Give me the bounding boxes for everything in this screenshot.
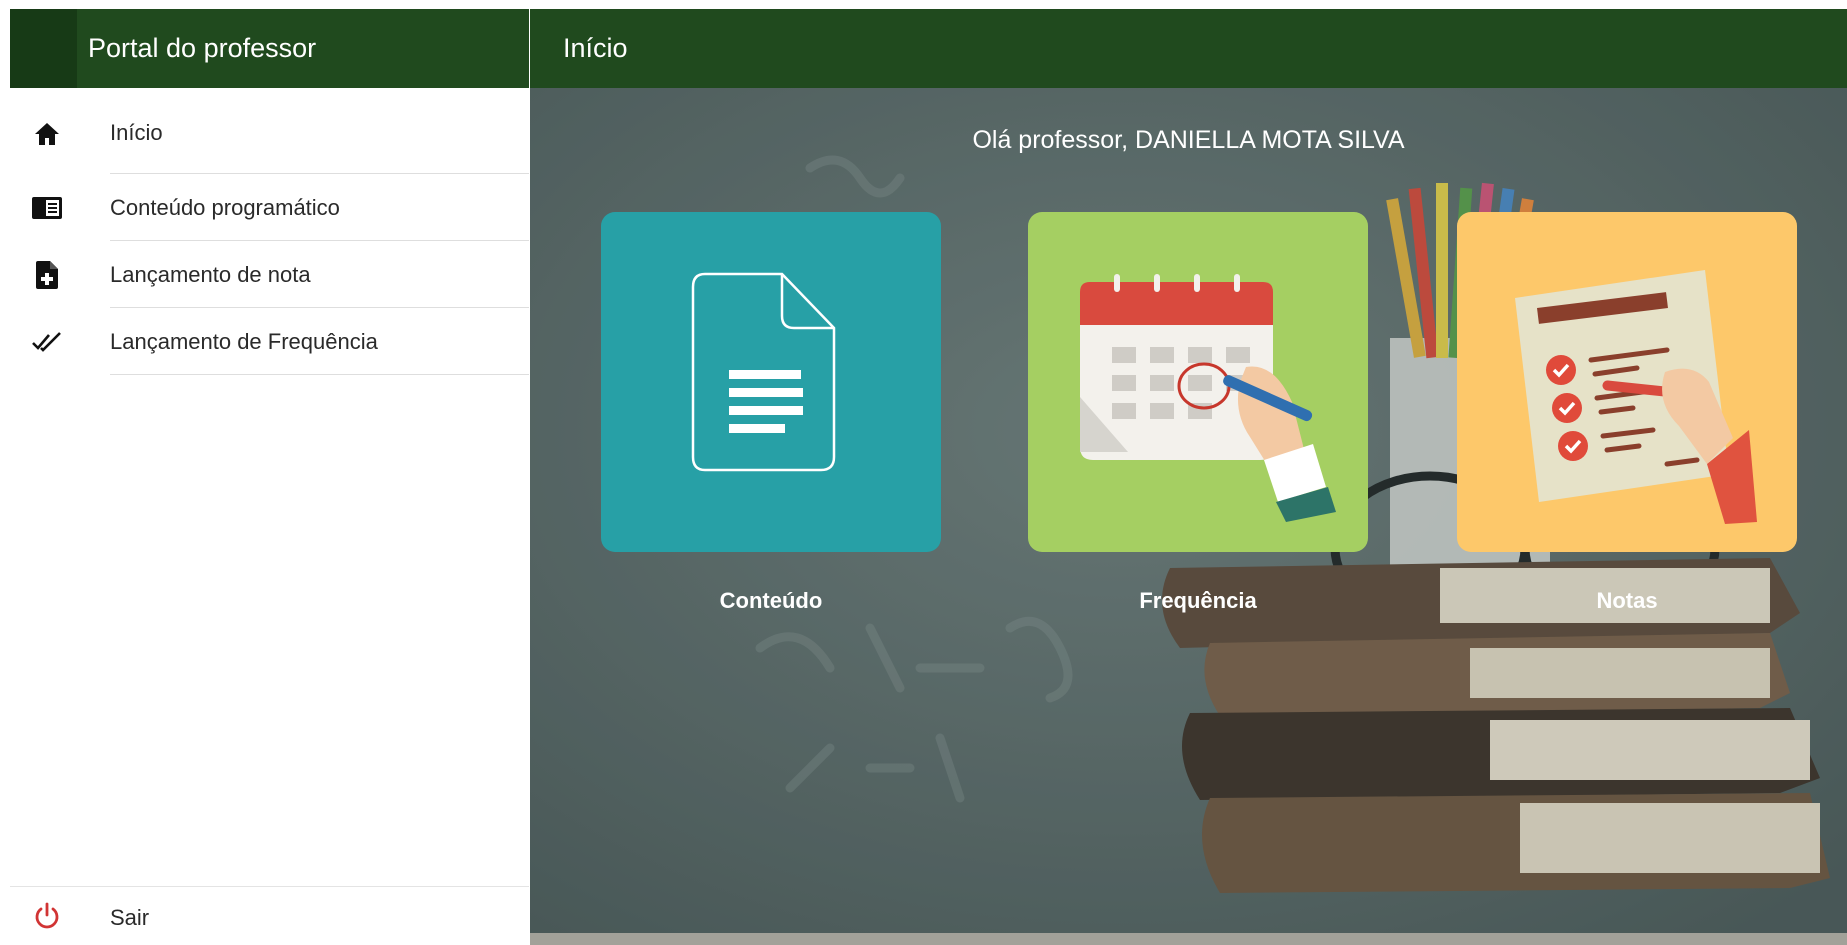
sidebar-item-conteudo-programatico[interactable]: Conteúdo programático [10,174,529,241]
card-label-conteudo[interactable]: Conteúdo [601,588,941,614]
top-app-bar: Início [530,9,1847,88]
book-icon [32,193,62,223]
sidebar-item-label: Lançamento de Frequência [110,328,378,354]
sidebar-menu: Início Conteúdo programático Lançamento … [10,88,529,375]
welcome-message: Olá professor, DANIELLA MOTA SILVA [972,126,1405,154]
sidebar-item-label: Início [110,120,163,145]
divider [110,374,529,375]
main-area: Início Olá professor, DANIELLA MOTA SILV… [530,9,1847,945]
sidebar-item-label: Lançamento de nota [110,261,311,287]
calendar-icon [1080,274,1336,522]
sidebar: Portal do professor Início Conteúdo prog… [10,9,529,945]
card-frequencia[interactable] [1028,212,1368,552]
sidebar-item-lancamento-frequencia[interactable]: Lançamento de Frequência [10,308,529,375]
app-title: Portal do professor [88,33,317,63]
file-plus-icon [32,260,62,290]
home-icon [32,119,62,149]
sidebar-item-lancamento-nota[interactable]: Lançamento de nota [10,241,529,308]
double-check-icon [32,327,62,357]
checklist-icon [1515,270,1757,524]
power-icon [32,901,62,931]
logout-label: Sair [110,905,150,930]
document-icon [691,272,836,472]
page-title: Início [563,33,628,63]
logo [10,9,77,88]
sidebar-item-inicio[interactable]: Início [10,88,529,174]
card-label-frequencia[interactable]: Frequência [1028,588,1368,614]
card-notas[interactable] [1457,212,1797,552]
card-conteudo[interactable] [601,212,941,552]
dashboard-content: Olá professor, DANIELLA MOTA SILVA Conte… [530,88,1847,945]
sidebar-header: Portal do professor [10,9,529,88]
card-label-notas[interactable]: Notas [1457,588,1797,614]
logout-button[interactable]: Sair [10,886,529,945]
sidebar-item-label: Conteúdo programático [110,194,340,220]
